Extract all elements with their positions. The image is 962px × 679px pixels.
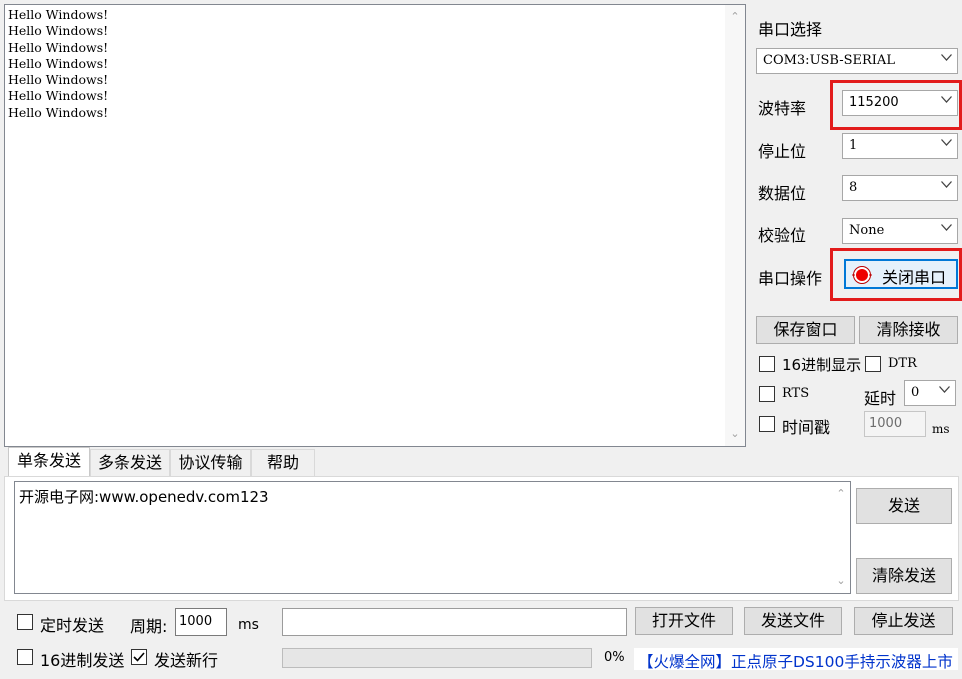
chevron-down-icon (941, 224, 952, 234)
send-file-button[interactable]: 发送文件 (744, 607, 842, 635)
timestamp-input[interactable]: 1000 (864, 411, 926, 437)
chevron-down-icon (941, 54, 952, 64)
timed-send-label: 定时发送 (40, 616, 105, 635)
ad-link-text[interactable]: 【火爆全网】正点原子DS100手持示波器上市 (638, 650, 953, 672)
tab-single-send[interactable]: 单条发送 (8, 447, 90, 477)
stop-bits-select[interactable]: 1 (842, 133, 958, 159)
period-label: 周期: (130, 617, 168, 636)
receive-line: Hello Windows! (8, 88, 109, 104)
ad-link[interactable]: 【火爆全网】正点原子DS100手持示波器上市 (634, 648, 958, 672)
period-input[interactable]: 1000 (175, 608, 227, 636)
send-scrollbar[interactable]: ⌃ ⌄ (832, 482, 850, 593)
period-ms-unit: ms (238, 617, 259, 633)
open-file-button[interactable]: 打开文件 (635, 607, 733, 635)
receive-line: Hello Windows! (8, 55, 109, 71)
timestamp-checkbox[interactable] (759, 416, 775, 432)
rts-checkbox[interactable] (759, 386, 775, 402)
hex-send-checkbox[interactable] (17, 649, 33, 665)
send-newline-label: 发送新行 (154, 651, 219, 670)
timestamp-value: 1000 (869, 416, 903, 431)
delay-select[interactable]: 0 (904, 380, 956, 406)
data-bits-label: 数据位 (758, 184, 807, 203)
rts-label: RTS (782, 386, 810, 401)
parity-value: None (849, 223, 885, 238)
receive-text: Hello Windows! Hello Windows! Hello Window… (8, 7, 108, 121)
receive-scrollbar[interactable]: ⌃ ⌄ (725, 5, 745, 446)
tab-help[interactable]: 帮助 (251, 449, 315, 477)
baud-label: 波特率 (758, 99, 807, 118)
stop-send-button[interactable]: 停止发送 (854, 607, 953, 635)
timestamp-label: 时间戳 (782, 418, 831, 437)
hex-display-label: 16进制显示 (782, 356, 862, 374)
tab-protocol[interactable]: 协议传输 (170, 449, 251, 477)
port-op-highlight (830, 248, 962, 301)
receive-line: Hello Windows! (8, 23, 109, 39)
clear-receive-button[interactable]: 清除接收 (859, 316, 958, 344)
port-select-value: COM3:USB-SERIAL (763, 53, 895, 68)
send-text: 开源电子网:www.openedv.com123 (19, 488, 269, 506)
receive-textarea[interactable]: Hello Windows! Hello Windows! Hello Window… (4, 4, 746, 447)
scroll-up-icon[interactable]: ⌃ (832, 484, 850, 504)
delay-label: 延时 (864, 389, 897, 408)
scroll-down-icon[interactable]: ⌄ (725, 424, 745, 444)
timestamp-ms-unit: ms (932, 422, 950, 436)
dtr-checkbox[interactable] (865, 356, 881, 372)
clear-send-button[interactable]: 清除发送 (856, 558, 952, 594)
receive-line: Hello Windows! (8, 7, 109, 22)
delay-value: 0 (911, 385, 920, 400)
chevron-down-icon (941, 139, 952, 149)
period-value: 1000 (179, 614, 213, 629)
receive-line: Hello Windows! (8, 72, 109, 88)
send-progress-bar (282, 648, 592, 668)
port-operation-label: 串口操作 (758, 269, 823, 288)
file-path-input[interactable] (282, 608, 627, 636)
chevron-down-icon (941, 181, 952, 191)
send-button[interactable]: 发送 (856, 488, 952, 524)
receive-line: Hello Windows! (8, 104, 109, 120)
hex-send-label: 16进制发送 (40, 651, 125, 670)
parity-label: 校验位 (758, 226, 807, 245)
hex-display-checkbox[interactable] (759, 356, 775, 372)
stop-bits-value: 1 (849, 138, 858, 153)
stop-bits-label: 停止位 (758, 142, 807, 161)
scroll-up-icon[interactable]: ⌃ (725, 7, 745, 27)
send-newline-checkbox[interactable] (131, 649, 147, 665)
chevron-down-icon (939, 386, 950, 396)
data-bits-value: 8 (849, 180, 858, 195)
progress-percent: 0% (604, 650, 625, 665)
tab-multi-send[interactable]: 多条发送 (90, 449, 170, 477)
parity-select[interactable]: None (842, 218, 958, 244)
timed-send-checkbox[interactable] (17, 614, 33, 630)
baud-highlight (830, 80, 962, 130)
receive-line: Hello Windows! (8, 39, 109, 55)
save-window-button[interactable]: 保存窗口 (756, 316, 855, 344)
checkmark-icon (132, 650, 146, 668)
data-bits-select[interactable]: 8 (842, 175, 958, 201)
send-textarea[interactable]: 开源电子网:www.openedv.com123 ⌃ ⌄ (14, 481, 851, 594)
port-select-label: 串口选择 (758, 20, 823, 39)
port-select[interactable]: COM3:USB-SERIAL (756, 48, 958, 74)
scroll-down-icon[interactable]: ⌄ (832, 571, 850, 591)
dtr-label: DTR (888, 356, 917, 371)
